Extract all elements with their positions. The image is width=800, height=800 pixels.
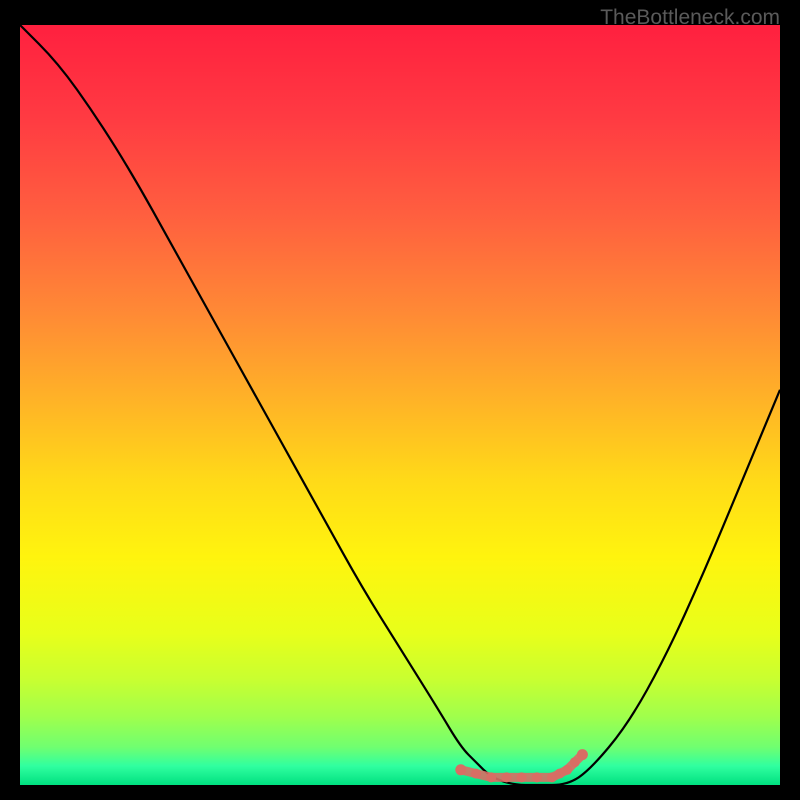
marker-point [471,769,481,779]
marker-point [455,764,466,775]
marker-point [486,772,496,782]
plot-area [20,25,780,785]
optimal-range-markers [455,749,588,782]
chart-svg [20,25,780,785]
marker-point [517,772,527,782]
marker-point [577,749,588,760]
marker-point [570,757,580,767]
marker-point [562,765,572,775]
watermark-text: TheBottleneck.com [600,6,780,30]
bottleneck-curve [20,25,780,785]
marker-point [532,772,542,782]
marker-point [501,772,511,782]
chart-container: TheBottleneck.com [0,0,800,800]
